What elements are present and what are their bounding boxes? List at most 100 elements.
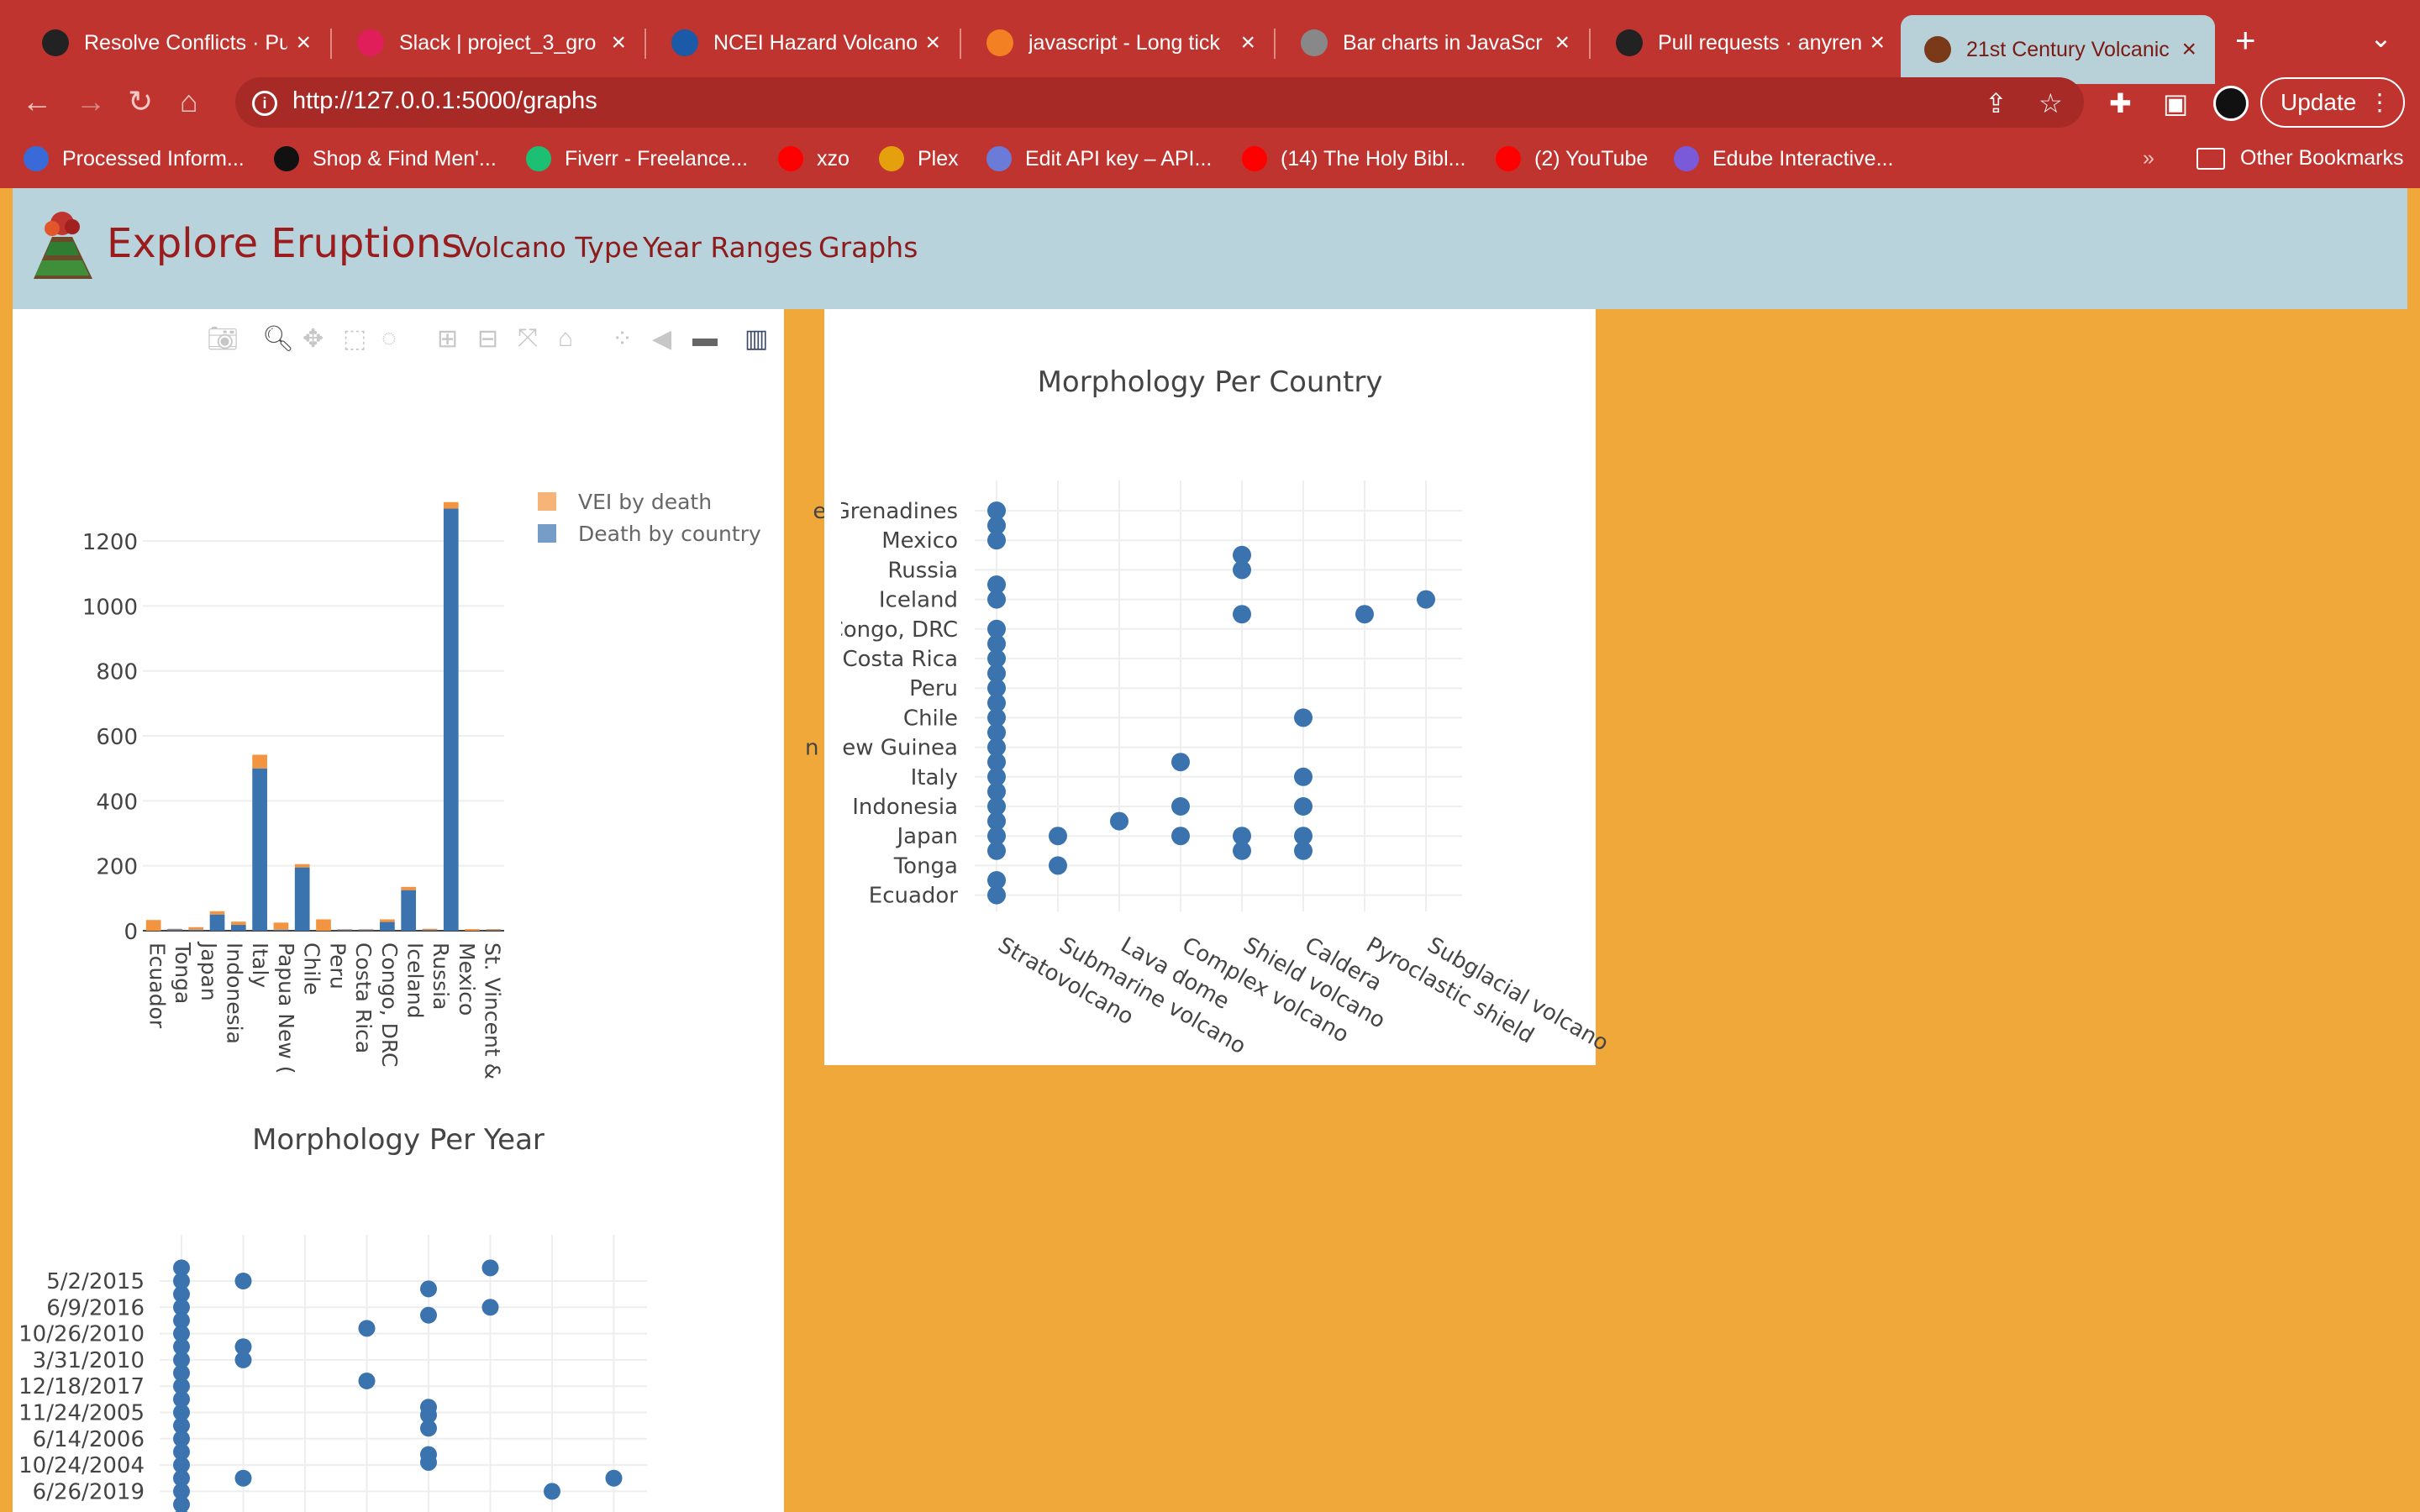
bar-segment[interactable] [230, 925, 246, 931]
bar-segment[interactable] [145, 920, 161, 931]
panel-edge-mask [824, 309, 841, 1065]
scatter-point[interactable] [1355, 605, 1374, 624]
scatter-point[interactable] [1294, 708, 1313, 727]
y-tick-label: Ecuador [869, 884, 959, 909]
scatter-point[interactable] [358, 1372, 376, 1389]
bar-segment[interactable] [401, 890, 417, 931]
scatter-point[interactable] [1233, 560, 1251, 580]
x-tick-label: Italy [248, 942, 272, 988]
scatter-point[interactable] [1294, 767, 1313, 786]
scatter-point[interactable] [544, 1483, 560, 1500]
bar-segment[interactable] [380, 921, 395, 931]
scatter-point[interactable] [234, 1351, 252, 1368]
scatter-point[interactable] [1110, 811, 1128, 831]
y-tick-label: 600 [96, 725, 138, 750]
y-tick-label: 1200 [82, 530, 138, 555]
y-tick-label: Japan [895, 824, 958, 849]
y-tick-label: 0 [124, 920, 138, 945]
bar-segment[interactable] [273, 922, 289, 930]
bar-segment[interactable] [486, 930, 502, 931]
x-tick-label: St. Vincent & [481, 942, 505, 1079]
scatter-point[interactable] [987, 590, 1006, 609]
y-tick-label: 800 [96, 660, 138, 685]
legend-label: Death by country [578, 522, 761, 546]
bar-segment[interactable] [167, 928, 182, 930]
x-tick-label: Chile [300, 942, 324, 995]
y-tick-label: 200 [96, 855, 138, 880]
y-tick-label: Russia [887, 558, 958, 583]
scatter-point[interactable] [987, 885, 1006, 905]
bar-segment[interactable] [358, 929, 374, 931]
chart-title: Morphology Per Country [1038, 365, 1383, 399]
scatter-point[interactable] [987, 841, 1006, 860]
bar-segment[interactable] [209, 911, 225, 915]
bar-segment[interactable] [337, 929, 353, 931]
y-tick-label: 10/24/2004 [18, 1453, 145, 1478]
scatter-point[interactable] [234, 1273, 252, 1289]
scatter-point[interactable] [420, 1280, 437, 1298]
scatter-point[interactable] [1171, 827, 1190, 846]
scatter-point[interactable] [1171, 797, 1190, 816]
bar-segment[interactable] [380, 919, 395, 922]
bar-segment[interactable] [337, 929, 353, 930]
y-tick-label: 1000 [82, 595, 138, 620]
x-tick-label: Mexico [455, 942, 479, 1016]
y-tick-label: 3/31/2010 [33, 1348, 145, 1373]
scatter-point[interactable] [420, 1306, 437, 1324]
bar-segment[interactable] [188, 927, 204, 930]
y-tick-label: Indonesia [852, 795, 958, 820]
bar-segment[interactable] [230, 921, 246, 926]
x-tick-label: Japan [197, 941, 221, 1001]
bar-segment[interactable] [188, 929, 204, 931]
bar-segment[interactable] [273, 929, 289, 931]
y-tick-label: 12/18/2017 [18, 1374, 145, 1399]
scatter-point[interactable] [420, 1420, 437, 1437]
legend-swatch [538, 524, 556, 543]
x-tick-label: Costa Rica [351, 942, 376, 1053]
scatter-point[interactable] [1233, 605, 1251, 624]
scatter-point[interactable] [481, 1259, 499, 1277]
scatter-point[interactable] [605, 1469, 623, 1487]
bar-segment[interactable] [465, 929, 480, 931]
scatter-point[interactable] [358, 1320, 376, 1337]
bar-segment[interactable] [401, 886, 417, 890]
y-tick-label: 10/26/2010 [18, 1322, 145, 1347]
y-tick-label: 6/26/2019 [33, 1479, 145, 1504]
bar-segment[interactable] [252, 768, 267, 931]
y-tick-label: 400 [96, 790, 138, 815]
scatter-point[interactable] [1294, 797, 1313, 816]
bar-segment[interactable] [443, 508, 459, 931]
charts-layer: 020040060080010001200Ecuador Tonga Japan In… [18, 309, 1612, 1512]
bar-segment[interactable] [167, 929, 182, 931]
scatter-point[interactable] [1049, 827, 1067, 846]
bar-segment[interactable] [209, 914, 225, 931]
bar-segment[interactable] [443, 501, 459, 509]
y-tick-label: Mexico [881, 528, 958, 554]
bar-segment[interactable] [422, 928, 438, 931]
bar-segment[interactable] [358, 929, 374, 930]
x-tick-label: Iceland [403, 942, 428, 1018]
y-tick-label: Costa Rica [842, 647, 958, 672]
bar-segment[interactable] [294, 867, 310, 931]
bar-segment[interactable] [422, 930, 438, 931]
scatter-point[interactable] [234, 1469, 252, 1487]
scatter-point[interactable] [420, 1453, 437, 1471]
scatter-point[interactable] [1417, 590, 1435, 609]
y-tick-label: 5/2/2015 [46, 1269, 145, 1294]
scatter-point[interactable] [1049, 856, 1067, 875]
y-tick-label: Iceland [879, 588, 958, 613]
x-tick-label: Tonga [171, 942, 195, 1004]
bar-segment[interactable] [316, 919, 331, 931]
x-tick-label: Russia [429, 942, 453, 1010]
bar-segment[interactable] [252, 754, 267, 769]
bar-segment[interactable] [294, 864, 310, 868]
chart-title: Morphology Per Year [252, 1123, 544, 1157]
y-tick-label: Tonga [893, 853, 958, 879]
scatter-point[interactable] [1171, 753, 1190, 772]
scatter-point[interactable] [481, 1299, 499, 1316]
y-tick-label: Congo, DRC [829, 617, 958, 643]
scatter-point[interactable] [1294, 841, 1313, 860]
scatter-point[interactable] [1233, 841, 1251, 860]
scatter-point[interactable] [987, 531, 1006, 550]
bar-segment[interactable] [486, 929, 502, 931]
